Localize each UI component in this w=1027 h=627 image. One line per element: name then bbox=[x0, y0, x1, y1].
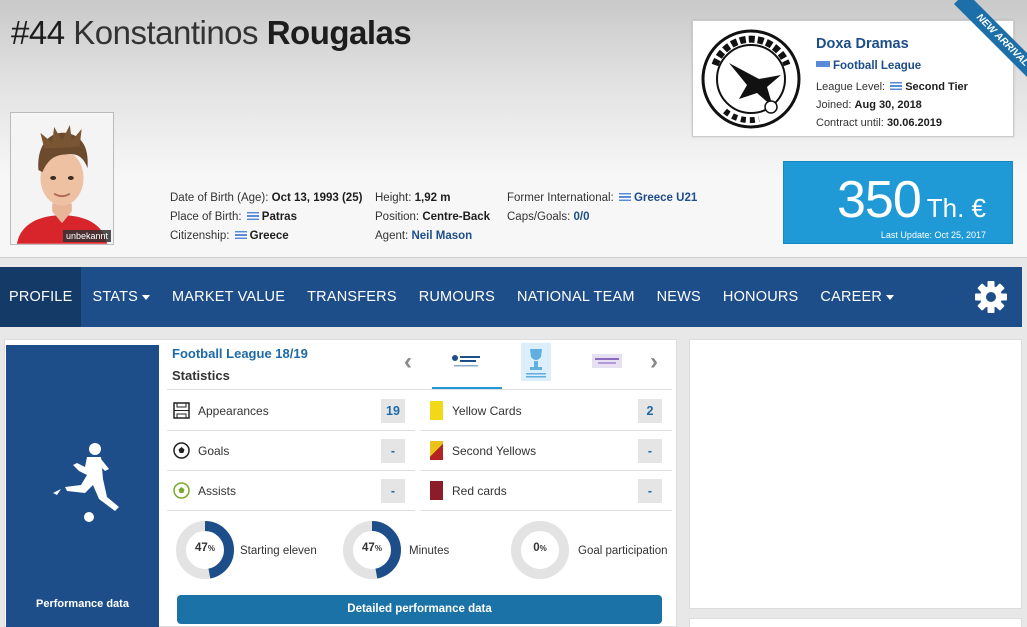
position-row: Position: Centre-Back bbox=[375, 211, 491, 223]
pob-row: Place of Birth: Patras bbox=[170, 211, 297, 223]
position-value: Centre-Back bbox=[422, 211, 491, 223]
joined-row: Joined: Aug 30, 2018 bbox=[816, 99, 922, 111]
nav-stats[interactable]: STATS bbox=[81, 267, 161, 327]
nav-transfers[interactable]: TRANSFERS bbox=[296, 267, 408, 327]
citizenship-value: Greece bbox=[249, 230, 289, 242]
nav-honours[interactable]: HONOURS bbox=[712, 267, 810, 327]
assists-value[interactable]: - bbox=[381, 479, 405, 503]
player-header: #44 Konstantinos Rougalas unbekannt Date… bbox=[0, 0, 1027, 258]
last-name: Rougalas bbox=[266, 14, 412, 51]
height-value: 1,92 m bbox=[414, 192, 451, 204]
performance-data-label: Performance data bbox=[36, 598, 129, 610]
appearances-value[interactable]: 19 bbox=[381, 399, 405, 423]
right-content-panel-lower bbox=[689, 618, 1022, 627]
info-column-3: Former International: Greece U21 Caps/Go… bbox=[507, 189, 697, 227]
info-column-1: Date of Birth (Age): Oct 13, 1993 (25) P… bbox=[170, 189, 362, 246]
nav-market-value[interactable]: MARKET VALUE bbox=[161, 267, 296, 327]
greek-cup-logo[interactable] bbox=[521, 343, 551, 381]
profile-navigation: PROFILE STATS MARKET VALUE TRANSFERS RUM… bbox=[0, 267, 1022, 327]
goals-value[interactable]: - bbox=[381, 439, 405, 463]
height-row: Height: 1,92 m bbox=[375, 192, 451, 204]
performance-side-panel[interactable]: Performance data bbox=[6, 345, 159, 627]
agent-row: Agent: Neil Mason bbox=[375, 230, 473, 242]
greece-flag-icon bbox=[246, 212, 259, 220]
dob-value: Oct 13, 1993 (25) bbox=[271, 192, 363, 204]
stat-row-goals: Goals - bbox=[167, 431, 415, 471]
assist-ball-icon bbox=[173, 482, 190, 499]
football-league-logo[interactable] bbox=[450, 352, 482, 372]
pob-value: Patras bbox=[261, 211, 297, 223]
shirt-number: #44 bbox=[11, 14, 65, 51]
agent-link[interactable]: Neil Mason bbox=[411, 230, 472, 242]
photo-credit: unbekannt bbox=[62, 230, 111, 242]
player-photo[interactable]: unbekannt bbox=[10, 112, 114, 245]
player-portrait-image bbox=[11, 113, 113, 244]
info-column-2: Height: 1,92 m Position: Centre-Back Age… bbox=[375, 189, 490, 246]
stat-row-appearances: Appearances 19 bbox=[167, 391, 415, 431]
stat-row-red-cards: Red cards - bbox=[421, 471, 672, 511]
goal-participation-label: Goal participation bbox=[578, 545, 668, 557]
gear-icon[interactable] bbox=[974, 280, 1008, 314]
greece-flag-icon bbox=[890, 82, 903, 90]
new-arrival-ribbon: NEW ARRIVAL bbox=[952, 0, 1027, 80]
red-cards-value[interactable]: - bbox=[638, 479, 662, 503]
nav-profile[interactable]: PROFILE bbox=[0, 267, 82, 327]
yellow-cards-value[interactable]: 2 bbox=[638, 399, 662, 423]
former-intl-link[interactable]: Greece U21 bbox=[634, 192, 697, 204]
greece-flag-icon bbox=[234, 231, 247, 239]
minutes-percent: 47% bbox=[362, 542, 382, 554]
season-title: Football League 18/19 bbox=[172, 346, 308, 361]
caps-link[interactable]: 0/0 bbox=[573, 211, 589, 223]
stats-divider bbox=[167, 389, 672, 390]
pitch-icon bbox=[173, 402, 190, 419]
league-logo-icon bbox=[816, 61, 830, 67]
stat-row-yellow-cards: Yellow Cards 2 bbox=[421, 391, 672, 431]
first-name: Konstantinos bbox=[73, 14, 259, 51]
red-card-icon bbox=[430, 481, 443, 500]
right-content-panel bbox=[689, 339, 1022, 609]
starting-eleven-percent: 47% bbox=[195, 542, 215, 554]
caret-down-icon bbox=[142, 294, 151, 300]
next-competition-arrow[interactable]: › bbox=[650, 348, 658, 376]
goal-participation-percent: 0% bbox=[533, 542, 547, 554]
club-name-link[interactable]: Doxa Dramas bbox=[816, 36, 909, 52]
starting-eleven-label: Starting eleven bbox=[240, 545, 317, 557]
minutes-label: Minutes bbox=[409, 545, 450, 557]
stat-row-second-yellows: Second Yellows - bbox=[421, 431, 672, 471]
club-league-link[interactable]: Football League bbox=[816, 60, 921, 72]
former-intl-row: Former International: Greece U21 bbox=[507, 192, 698, 204]
citizenship-row: Citizenship: Greece bbox=[170, 230, 289, 242]
nav-news[interactable]: NEWS bbox=[646, 267, 712, 327]
league-level-row: League Level: Second Tier bbox=[816, 81, 968, 93]
kicking-player-icon bbox=[53, 443, 119, 522]
ball-icon bbox=[173, 442, 190, 459]
nav-rumours[interactable]: RUMOURS bbox=[408, 267, 506, 327]
market-value-box[interactable]: 350 Th. € Last Update: Oct 25, 2017 bbox=[783, 161, 1013, 244]
nav-national-team[interactable]: NATIONAL TEAM bbox=[506, 267, 646, 327]
caps-row: Caps/Goals: 0/0 bbox=[507, 211, 590, 223]
stat-row-assists: Assists - bbox=[167, 471, 415, 511]
greece-flag-icon bbox=[618, 193, 631, 201]
caret-down-icon bbox=[886, 294, 895, 300]
market-value-amount: 350 Th. € bbox=[836, 171, 986, 229]
dob-row: Date of Birth (Age): Oct 13, 1993 (25) bbox=[170, 192, 363, 204]
club-crest-logo[interactable] bbox=[701, 29, 801, 129]
second-yellow-card-icon bbox=[430, 441, 443, 460]
player-name: #44 Konstantinos Rougalas bbox=[11, 14, 412, 52]
yellow-card-icon bbox=[430, 401, 443, 420]
nav-career[interactable]: CAREER bbox=[809, 267, 905, 327]
second-yellows-value[interactable]: - bbox=[638, 439, 662, 463]
super-league-logo[interactable] bbox=[592, 354, 622, 368]
market-value-last-update: Last Update: Oct 25, 2017 bbox=[880, 230, 986, 240]
detailed-performance-button[interactable]: Detailed performance data bbox=[177, 595, 662, 624]
contract-row: Contract until: 30.06.2019 bbox=[816, 117, 942, 129]
statistics-title: Statistics bbox=[172, 368, 230, 383]
previous-competition-arrow[interactable]: ‹ bbox=[404, 348, 412, 376]
